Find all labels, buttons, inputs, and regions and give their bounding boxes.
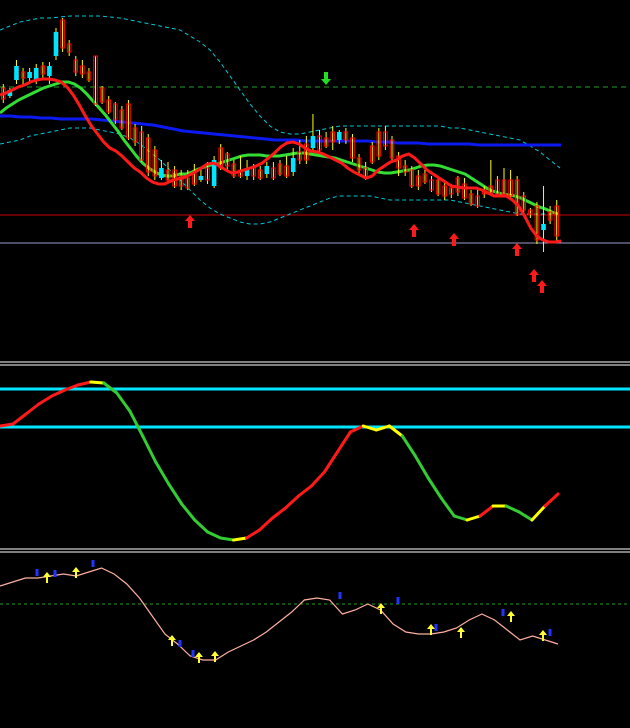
oscillator-segment [128, 409, 145, 438]
signal-up-arrow [537, 280, 547, 293]
candle-bull [541, 224, 546, 230]
candle-bull [159, 168, 164, 178]
oscillator-segment [0, 422, 15, 428]
lower-down-mark [396, 597, 400, 604]
lower-indicator-line [0, 567, 559, 661]
oscillator-segment [452, 514, 469, 522]
lower-down-mark [548, 629, 552, 636]
oscillator-segment [24, 402, 41, 416]
lower-down-mark [191, 650, 195, 657]
signal-up-arrow [512, 243, 522, 256]
lower-down-mark [501, 609, 505, 616]
ma-slow [0, 114, 561, 147]
oscillator-segment [530, 504, 547, 522]
oscillator-segment [154, 460, 171, 486]
candle-bull [264, 166, 270, 174]
oscillator-segment [180, 502, 197, 522]
chart-canvas [0, 15, 630, 663]
lower-up-arrow [507, 611, 515, 622]
signal-down-arrow [321, 72, 331, 85]
oscillator-segment [115, 391, 132, 413]
oscillator-segment [167, 482, 184, 506]
lower-down-mark [338, 592, 342, 599]
candle-bull [53, 32, 59, 56]
price-panel [0, 15, 630, 293]
lower-up-arrow [72, 567, 80, 578]
lower-down-mark [35, 569, 39, 576]
oscillator-segment [219, 536, 236, 542]
signal-up-arrow [409, 224, 419, 237]
candle-bull [310, 136, 316, 148]
lower-indicator-panel [0, 560, 630, 663]
candle-bull [290, 158, 296, 172]
oscillator-segment [232, 536, 249, 542]
oscillator-segment [335, 430, 352, 454]
oscillator-segment [284, 494, 300, 510]
lower-up-arrow [539, 630, 547, 641]
signal-up-arrow [529, 269, 539, 282]
candle-bull [198, 176, 204, 180]
oscillator-segment [309, 470, 326, 488]
lower-down-mark [434, 624, 438, 631]
signal-up-arrow [185, 215, 195, 228]
oscillator-segment [89, 380, 106, 385]
candle-bull [47, 66, 52, 76]
lower-down-mark [178, 640, 182, 647]
oscillator-panel [0, 380, 630, 542]
lower-up-arrow [457, 627, 465, 638]
oscillator-segment [439, 496, 456, 518]
oscillator-segment [193, 518, 210, 534]
oscillator-segment [400, 434, 417, 458]
oscillator-segment [50, 388, 67, 398]
oscillator-segment [478, 504, 495, 518]
lower-down-mark [91, 560, 95, 567]
oscillator-segment [11, 412, 28, 426]
oscillator-segment [543, 492, 560, 508]
lower-down-mark [53, 570, 57, 577]
oscillator-segment [322, 450, 339, 474]
candle-bull [337, 132, 342, 140]
candle-bull [14, 66, 19, 80]
oscillator-segment [413, 454, 430, 480]
oscillator-segment [76, 380, 93, 387]
oscillator-segment [271, 506, 287, 520]
signal-up-arrow [449, 233, 459, 246]
candle-bull [33, 68, 39, 80]
oscillator-segment [504, 504, 521, 514]
oscillator-segment [426, 476, 443, 500]
oscillator-segment [206, 530, 223, 540]
oscillator-segment [258, 516, 274, 532]
oscillator-segment [245, 528, 261, 540]
oscillator-segment [465, 514, 482, 522]
oscillator-segment [141, 434, 158, 464]
oscillator-segment [517, 510, 534, 522]
candle-bull [27, 72, 32, 78]
oscillator-segment [297, 484, 313, 498]
trading-chart [0, 0, 630, 728]
oscillator-segment [37, 394, 54, 406]
